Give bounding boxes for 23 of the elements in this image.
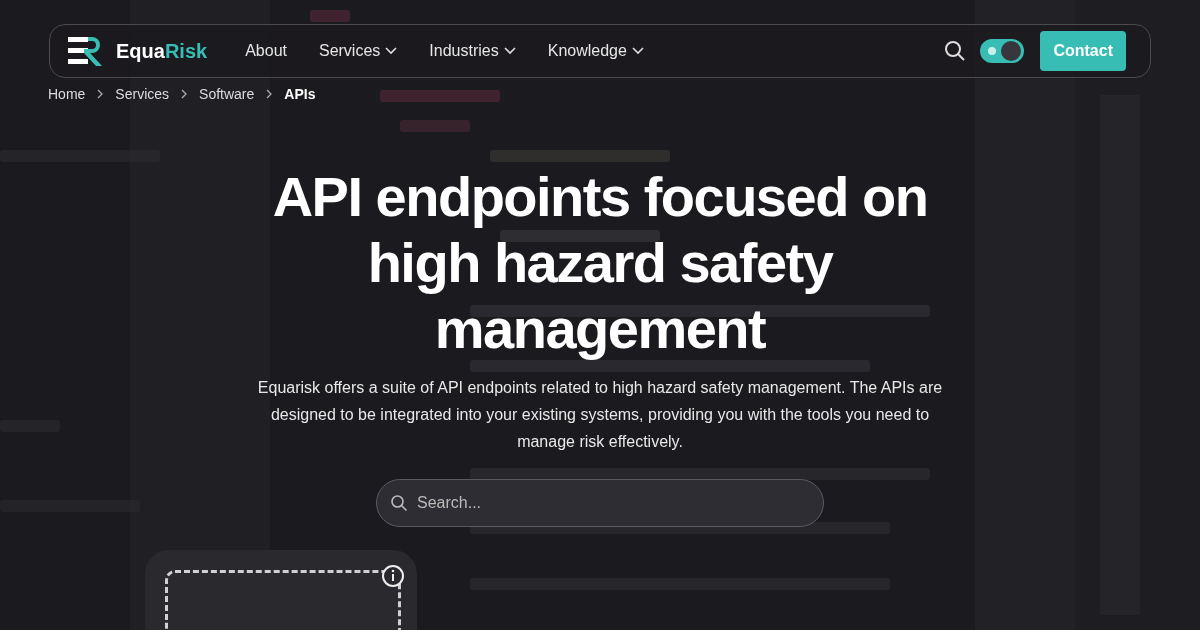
breadcrumb-item[interactable]: Software — [199, 86, 255, 102]
chevron-down-icon — [503, 47, 516, 55]
chevron-down-icon — [631, 47, 644, 55]
breadcrumb-item[interactable]: APIs — [284, 86, 316, 102]
brand-logo[interactable]: EquaRisk — [68, 35, 208, 67]
brand-name: EquaRisk — [116, 39, 208, 63]
nav-link[interactable]: Industries — [429, 42, 516, 60]
search-field[interactable]: Search... — [376, 479, 824, 527]
info-icon[interactable] — [381, 564, 405, 588]
nav-link[interactable]: About — [245, 42, 287, 60]
page-title: API endpoints focused on high hazard safety management — [271, 164, 929, 362]
search-icon[interactable] — [944, 40, 967, 62]
theme-toggle[interactable] — [980, 39, 1025, 63]
chevron-right-icon — [97, 89, 104, 99]
search-icon — [390, 494, 408, 512]
chevron-down-icon — [385, 47, 398, 55]
breadcrumb-item[interactable]: Services — [115, 86, 170, 102]
page-description: Equarisk offers a suite of API endpoints related to high hazard safety management. The APIs are designed to be integrated into your existing systems, providing you with the tools you need to manage risk effectively. — [256, 378, 944, 452]
nav-link[interactable]: Services — [318, 42, 398, 60]
breadcrumb-item[interactable]: Home — [48, 86, 86, 102]
chevron-right-icon — [266, 89, 273, 99]
nav-link[interactable]: Knowledge — [547, 42, 644, 60]
chevron-right-icon — [181, 89, 188, 99]
